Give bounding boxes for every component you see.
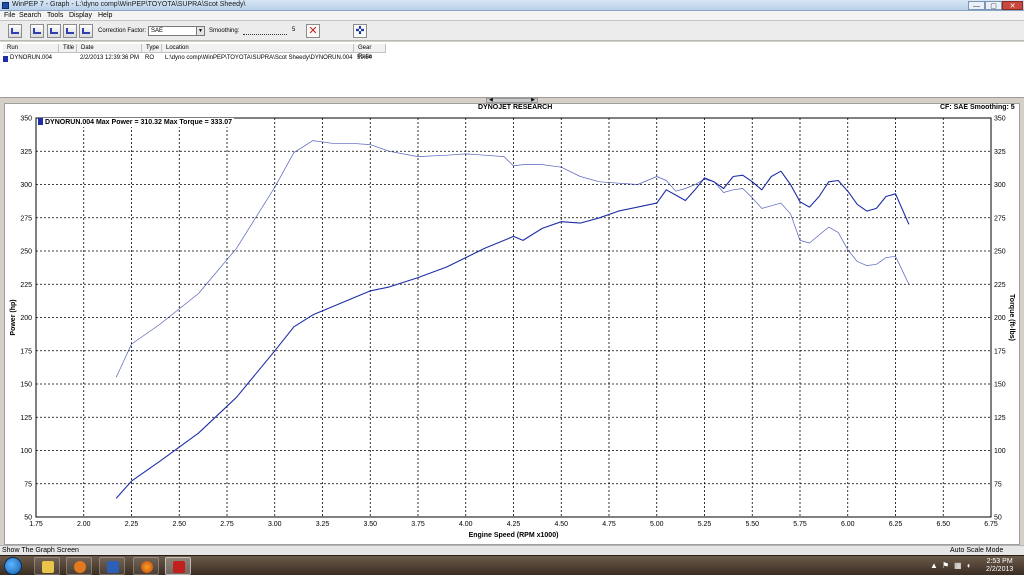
- y-tick-label-left: 250: [20, 249, 32, 256]
- x-tick-label: 5.75: [793, 521, 807, 528]
- y-tick-label-right: 325: [994, 149, 1006, 156]
- x-tick-label: 3.75: [411, 521, 425, 528]
- media-player-icon: [74, 561, 86, 573]
- y-tick-label-left: 300: [20, 182, 32, 189]
- document-icon: [107, 561, 119, 573]
- taskbar-explorer[interactable]: [34, 557, 60, 575]
- y-tick-label-left: 150: [20, 382, 32, 389]
- x-tick-label: 5.50: [745, 521, 759, 528]
- x-tick-label: 3.25: [316, 521, 330, 528]
- y-tick-label-left: 350: [20, 116, 32, 123]
- clock-time: 2:53 PM: [986, 558, 1013, 565]
- x-tick-label: 6.75: [984, 521, 998, 528]
- y-tick-label-right: 300: [994, 182, 1006, 189]
- folder-icon: [42, 561, 54, 573]
- y-tick-label-right: 100: [994, 448, 1006, 455]
- y-tick-label-left: 75: [24, 481, 32, 488]
- y-tick-label-right: 275: [994, 215, 1006, 222]
- x-tick-label: 6.25: [889, 521, 903, 528]
- status-text: Show The Graph Screen: [2, 547, 79, 554]
- x-tick-label: 4.50: [554, 521, 568, 528]
- x-tick-label: 3.00: [268, 521, 282, 528]
- legend-text: DYNORUN.004 Max Power = 310.32 Max Torqu…: [45, 119, 233, 126]
- y-tick-label-left: 100: [20, 448, 32, 455]
- y-tick-label-right: 150: [994, 382, 1006, 389]
- x-tick-label: 4.25: [507, 521, 521, 528]
- y-tick-label-right: 50: [994, 515, 1002, 522]
- y-tick-label-right: 250: [994, 249, 1006, 256]
- x-tick-label: 6.50: [936, 521, 950, 528]
- taskbar-clock[interactable]: 2:53 PM 2/2/2013: [986, 558, 1013, 574]
- start-button[interactable]: [4, 557, 22, 575]
- status-bar: Show The Graph Screen Auto Scale Mode: [0, 545, 1024, 555]
- y-axis-label-left: Power (hp): [10, 299, 17, 335]
- clock-date: 2/2/2013: [986, 566, 1014, 573]
- y-tick-label-right: 125: [994, 415, 1006, 422]
- graph-header: DYNOJET RESEARCH: [478, 104, 553, 111]
- y-tick-label-right: 75: [994, 481, 1002, 488]
- taskbar: ▲ ⚑ ▦ ◖ 2:53 PM 2/2/2013: [0, 555, 1024, 575]
- winpep-icon: [173, 561, 185, 573]
- x-tick-label: 4.00: [459, 521, 473, 528]
- x-tick-label: 5.00: [650, 521, 664, 528]
- x-axis-label: Engine Speed (RPM x1000): [469, 532, 559, 539]
- y-tick-label-right: 225: [994, 282, 1006, 289]
- graph-cf-smoothing: CF: SAE Smoothing: 5: [940, 104, 1015, 111]
- tray-volume-icon[interactable]: ◖: [966, 561, 971, 570]
- y-tick-label-left: 225: [20, 282, 32, 289]
- taskbar-word[interactable]: [99, 557, 125, 575]
- y-tick-label-right: 200: [994, 315, 1006, 322]
- x-tick-label: 2.25: [125, 521, 139, 528]
- y-tick-label-right: 350: [994, 116, 1006, 123]
- y-tick-label-left: 275: [20, 215, 32, 222]
- tray-network-icon[interactable]: ▦: [954, 561, 962, 570]
- y-tick-label-left: 325: [20, 149, 32, 156]
- dyno-chart: 1.75 2.00 2.25 2.50 2.75 3.00 3.25 3.50 3.75 4.00…: [10, 116, 1015, 540]
- y-tick-label-left: 175: [20, 348, 32, 355]
- y-tick-label-left: 125: [20, 415, 32, 422]
- y-axis-label-right: Torque (ft-lbs): [1008, 294, 1015, 341]
- chart-legend: DYNORUN.004 Max Power = 310.32 Max Torqu…: [38, 118, 235, 127]
- x-tick-label: 2.75: [220, 521, 234, 528]
- taskbar-winpep[interactable]: [165, 557, 191, 575]
- legend-swatch: [38, 118, 43, 125]
- x-tick-label: 3.50: [363, 521, 377, 528]
- x-tick-label: 5.25: [698, 521, 712, 528]
- status-mode: Auto Scale Mode: [950, 547, 1004, 554]
- x-tick-label: 4.75: [602, 521, 616, 528]
- firefox-icon: [141, 561, 153, 573]
- y-tick-label-right: 175: [994, 348, 1006, 355]
- x-tick-label: 1.75: [29, 521, 43, 528]
- y-tick-label-left: 50: [24, 515, 32, 522]
- x-tick-label: 2.00: [77, 521, 91, 528]
- taskbar-media-player[interactable]: [66, 557, 92, 575]
- y-tick-label-left: 200: [20, 315, 32, 322]
- tray-flag-icon[interactable]: ⚑: [942, 561, 949, 570]
- x-tick-label: 2.50: [172, 521, 186, 528]
- x-tick-label: 6.00: [841, 521, 855, 528]
- tray-up-arrow-icon[interactable]: ▲: [930, 561, 938, 570]
- taskbar-firefox[interactable]: [133, 557, 159, 575]
